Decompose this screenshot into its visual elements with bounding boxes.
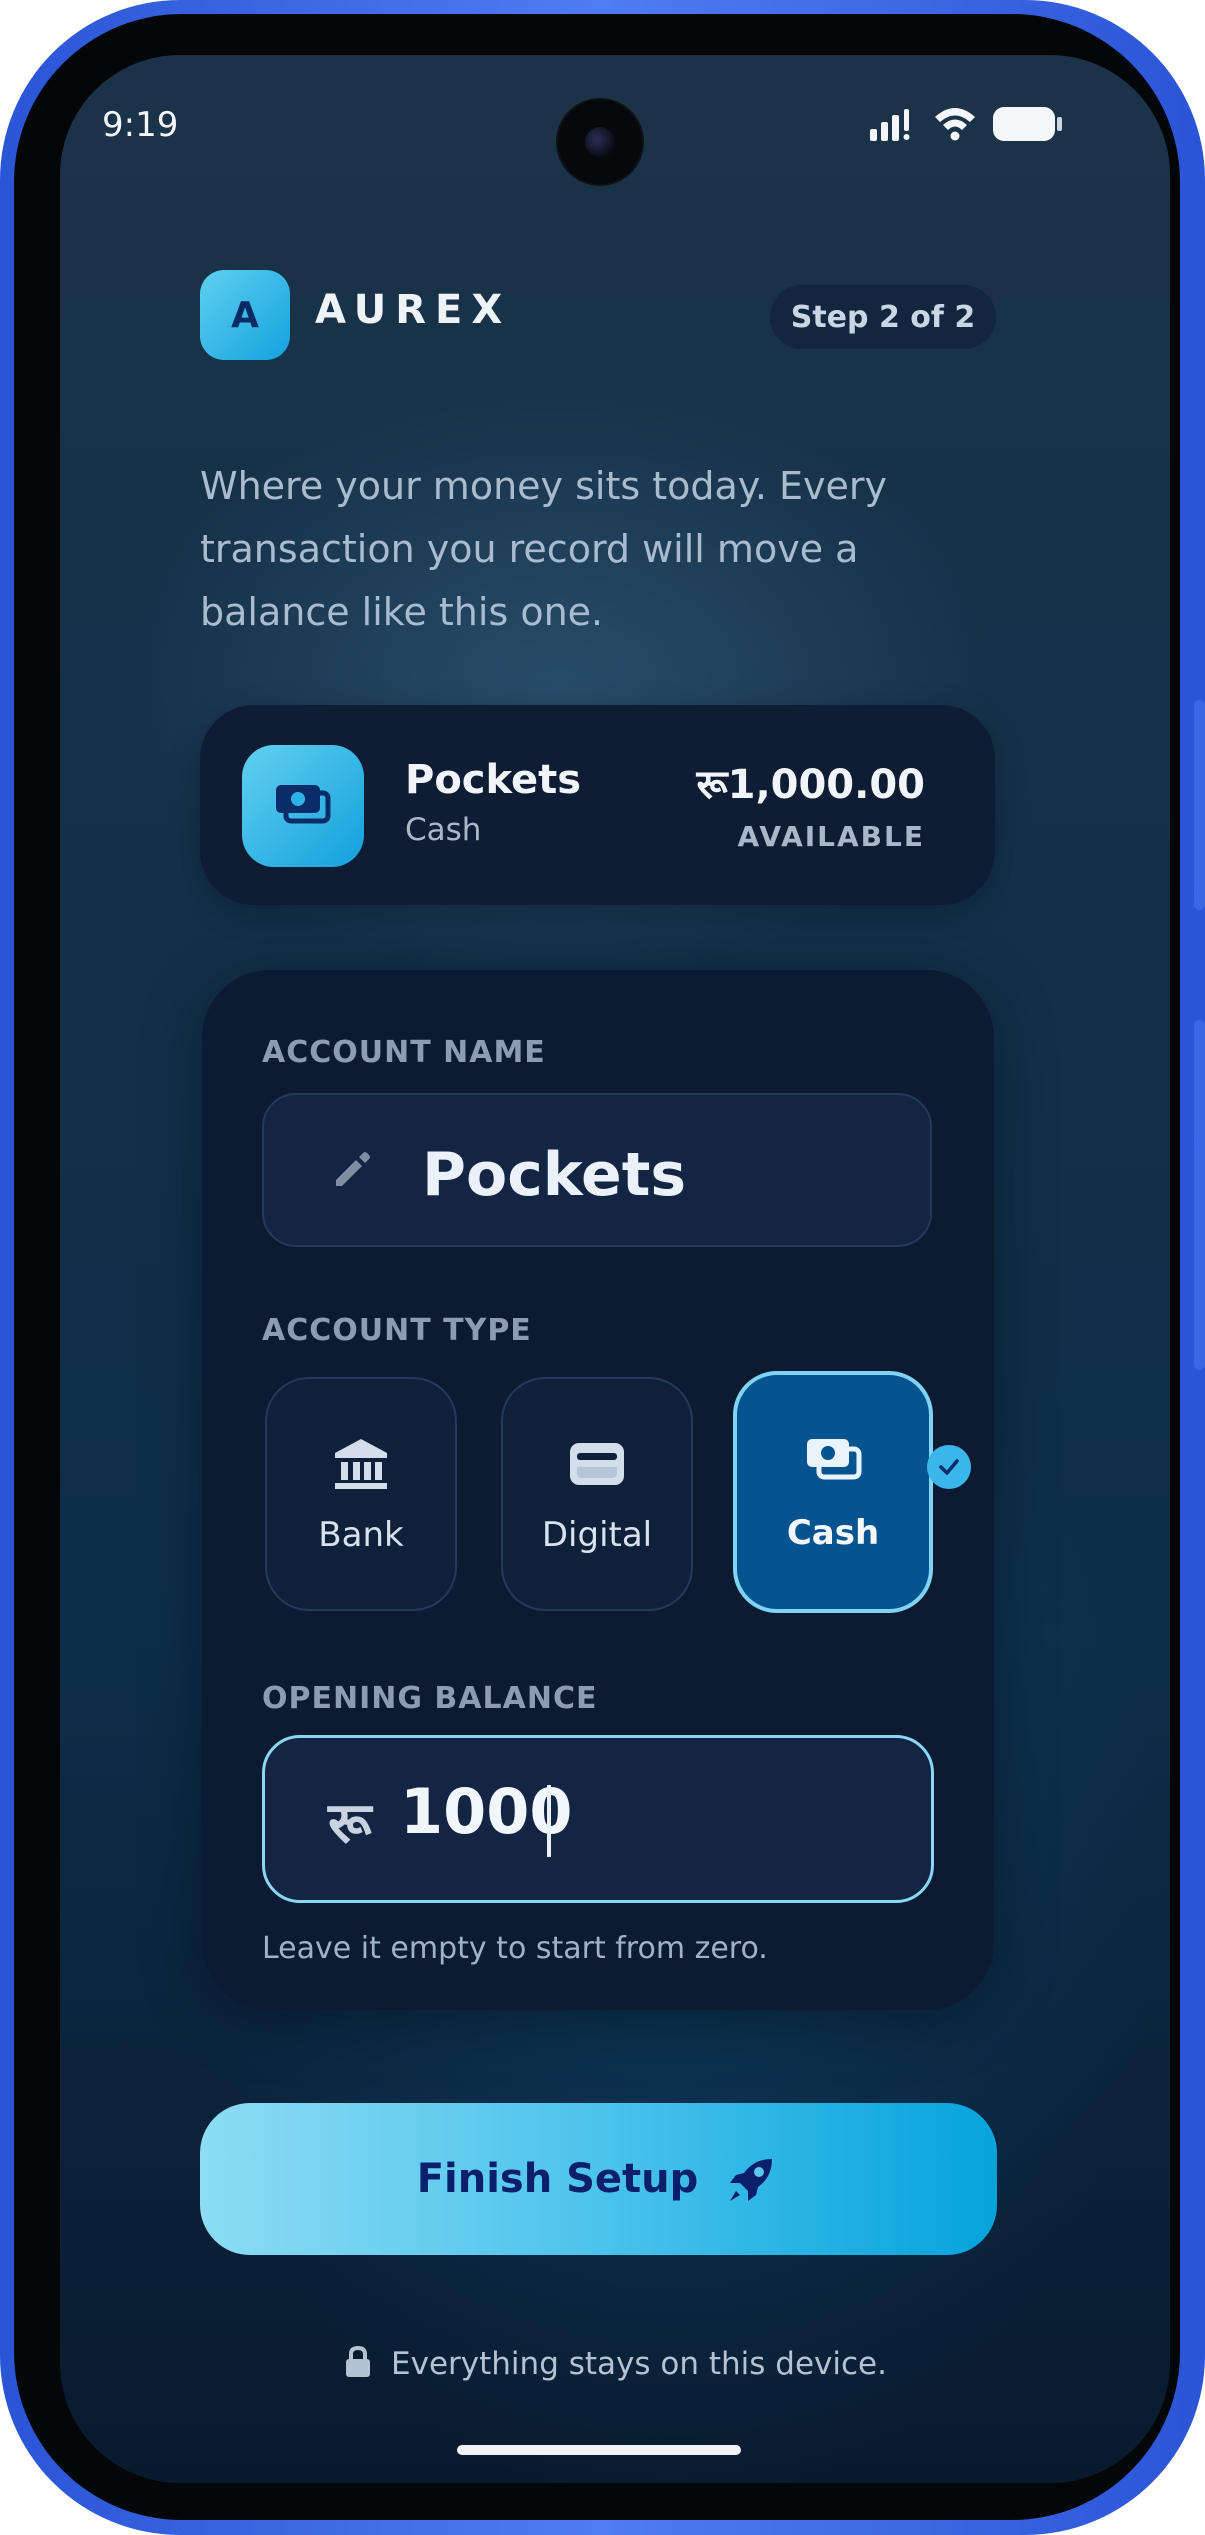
rocket-icon — [730, 2159, 773, 2201]
logo-letter: A — [231, 294, 259, 336]
status-time: 9:19 — [102, 105, 179, 145]
home-indicator[interactable] — [457, 2445, 741, 2455]
app-screen: 9:19 A AUREX Step 2 of 2 Where your mone… — [60, 55, 1170, 2483]
wifi-icon — [935, 108, 975, 141]
finish-setup-button[interactable]: Finish Setup — [200, 2103, 997, 2255]
bank-icon — [335, 1439, 387, 1489]
summary-cash-icon — [242, 745, 364, 867]
side-button-bottom — [1194, 1020, 1205, 1370]
finish-setup-label: Finish Setup — [416, 2156, 699, 2202]
account-name-value: Pockets — [422, 1140, 687, 1210]
privacy-note-text: Everything stays on this device. — [391, 2346, 887, 2382]
summary-available-label: AVAILABLE — [737, 820, 925, 853]
account-type-digital[interactable]: Digital — [501, 1377, 693, 1611]
brand-name: AUREX — [315, 287, 512, 333]
pencil-icon — [336, 1152, 370, 1186]
front-camera — [558, 100, 642, 184]
account-type-label: ACCOUNT TYPE — [262, 1313, 532, 1348]
summary-account-type: Cash — [405, 812, 482, 848]
step-indicator: Step 2 of 2 — [770, 285, 996, 349]
lock-icon — [346, 2345, 371, 2377]
account-type-cash[interactable]: Cash — [733, 1371, 933, 1613]
selected-check-icon — [927, 1445, 971, 1489]
summary-amount: रू1,000.00 — [696, 762, 925, 808]
account-name-label: ACCOUNT NAME — [262, 1035, 546, 1070]
intro-text: Where your money sits today. Every trans… — [200, 464, 888, 634]
privacy-note: Everything stays on this device. — [60, 2345, 1170, 2382]
summary-account-name: Pockets — [405, 757, 582, 803]
signal-icon — [870, 109, 910, 141]
wallet-icon — [570, 1443, 624, 1485]
currency-symbol: रू — [328, 1791, 372, 1856]
cash-icon — [807, 1439, 862, 1480]
side-button-top — [1194, 700, 1205, 910]
text-cursor — [547, 1785, 551, 1857]
account-type-digital-label: Digital — [541, 1515, 653, 1555]
opening-balance-hint: Leave it empty to start from zero. — [262, 1931, 768, 1966]
account-type-cash-label: Cash — [786, 1513, 880, 1553]
battery-icon — [993, 107, 1055, 141]
account-type-bank-label: Bank — [318, 1515, 404, 1555]
app-logo: A — [200, 270, 290, 360]
opening-balance-label: OPENING BALANCE — [262, 1681, 598, 1716]
account-type-bank[interactable]: Bank — [265, 1377, 457, 1611]
battery-tip — [1057, 117, 1062, 131]
